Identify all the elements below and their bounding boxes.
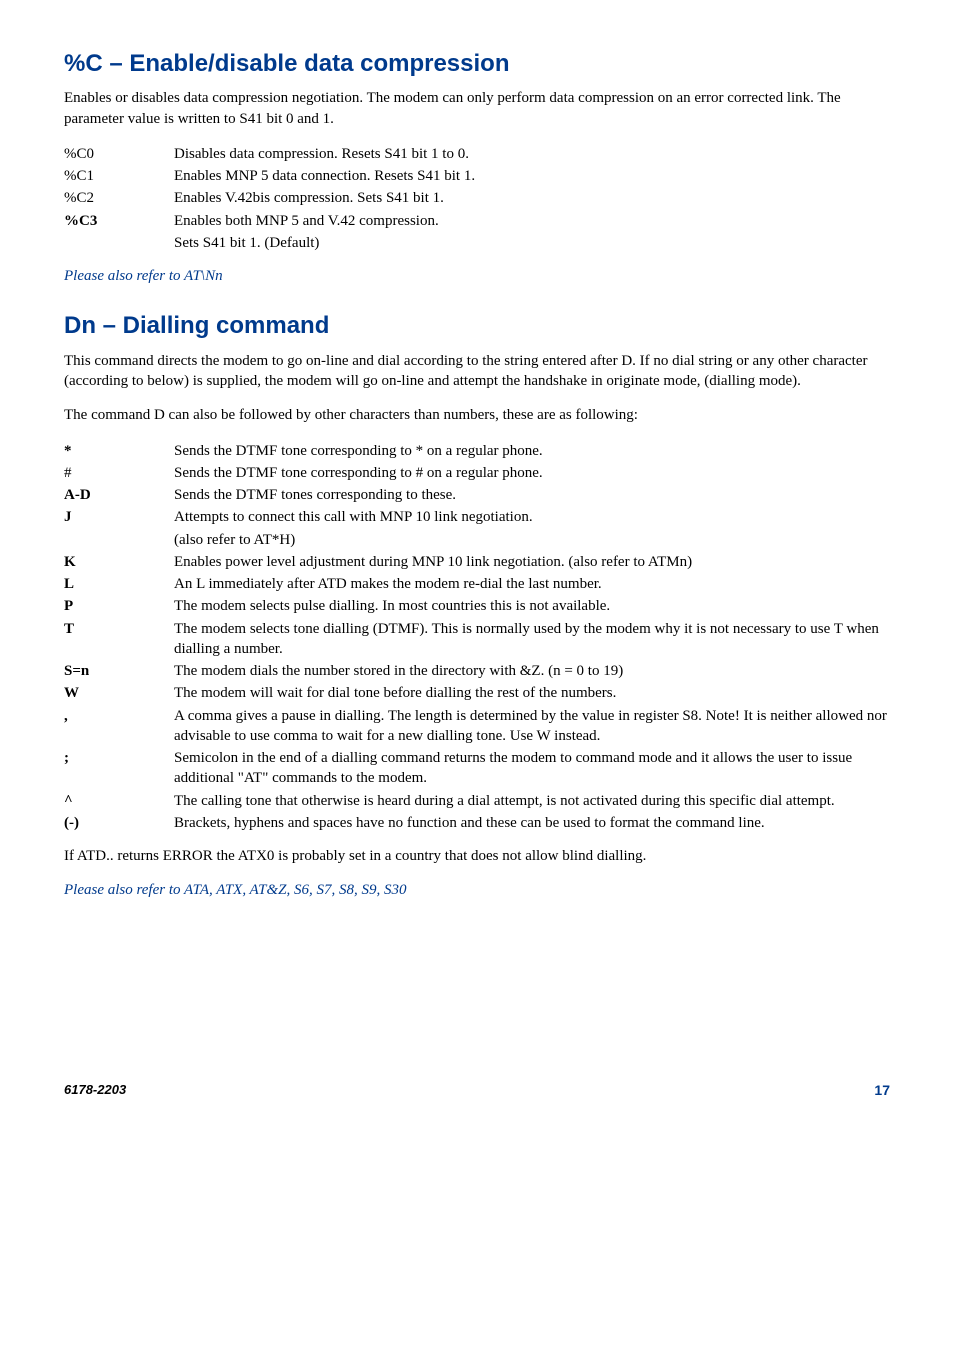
section1-list: %C0Disables data compression. Resets S41… [64, 143, 475, 254]
list2-row: TThe modem selects tone dialling (DTMF).… [64, 618, 890, 661]
list2-row: #Sends the DTMF tone corresponding to # … [64, 462, 890, 484]
list2-term: T [64, 618, 174, 661]
list2-desc: Sends the DTMF tone corresponding to # o… [174, 462, 890, 484]
list2-desc: Attempts to connect this call with MNP 1… [174, 506, 890, 528]
list2-desc: A comma gives a pause in dialling. The l… [174, 705, 890, 748]
list1-desc: Enables both MNP 5 and V.42 compression. [174, 210, 475, 232]
section2-intro2: The command D can also be followed by ot… [64, 405, 890, 425]
list2-row: ,A comma gives a pause in dialling. The … [64, 705, 890, 748]
list1-row: %C1Enables MNP 5 data connection. Resets… [64, 165, 475, 187]
list2-row: *Sends the DTMF tone corresponding to * … [64, 440, 890, 462]
list1-term: %C2 [64, 187, 174, 209]
section2-see-also: Please also refer to ATA, ATX, AT&Z, S6,… [64, 880, 890, 900]
list1-term: %C1 [64, 165, 174, 187]
list2-row: WThe modem will wait for dial tone befor… [64, 682, 890, 704]
list2-row: LAn L immediately after ATD makes the mo… [64, 573, 890, 595]
list2-term: * [64, 440, 174, 462]
list2-term: ^ [64, 790, 174, 812]
list1-row: Sets S41 bit 1. (Default) [64, 232, 475, 254]
list2-desc: An L immediately after ATD makes the mod… [174, 573, 890, 595]
doc-number: 6178-2203 [64, 1081, 126, 1100]
list2-row: JAttempts to connect this call with MNP … [64, 506, 890, 528]
list2-desc: Sends the DTMF tone corresponding to * o… [174, 440, 890, 462]
list2-term: J [64, 506, 174, 528]
list1-row: %C2Enables V.42bis compression. Sets S41… [64, 187, 475, 209]
list1-term: %C0 [64, 143, 174, 165]
list2-row: A-DSends the DTMF tones corresponding to… [64, 484, 890, 506]
list2-desc: Enables power level adjustment during MN… [174, 551, 890, 573]
section2-post: If ATD.. returns ERROR the ATX0 is proba… [64, 846, 890, 866]
list2-term: , [64, 705, 174, 748]
list2-term: K [64, 551, 174, 573]
list2-desc: The modem dials the number stored in the… [174, 660, 890, 682]
list2-desc: The calling tone that otherwise is heard… [174, 790, 890, 812]
list2-term: S=n [64, 660, 174, 682]
list1-desc: Disables data compression. Resets S41 bi… [174, 143, 475, 165]
list1-desc: Enables MNP 5 data connection. Resets S4… [174, 165, 475, 187]
list2-desc: Brackets, hyphens and spaces have no fun… [174, 812, 890, 834]
list2-row: ^The calling tone that otherwise is hear… [64, 790, 890, 812]
list2-term: (-) [64, 812, 174, 834]
list1-desc: Sets S41 bit 1. (Default) [174, 232, 475, 254]
list2-desc: (also refer to AT*H) [174, 529, 890, 551]
list2-desc: The modem selects tone dialling (DTMF). … [174, 618, 890, 661]
list2-row: S=nThe modem dials the number stored in … [64, 660, 890, 682]
section1-see-also: Please also refer to AT\Nn [64, 266, 890, 286]
list2-term [64, 529, 174, 551]
list1-term [64, 232, 174, 254]
list2-row: KEnables power level adjustment during M… [64, 551, 890, 573]
list2-desc: The modem will wait for dial tone before… [174, 682, 890, 704]
list2-row: (also refer to AT*H) [64, 529, 890, 551]
section1-heading: %C – Enable/disable data compression [64, 48, 890, 80]
section2-intro1: This command directs the modem to go on-… [64, 351, 890, 392]
section2-list: *Sends the DTMF tone corresponding to * … [64, 440, 890, 835]
list1-row: %C0Disables data compression. Resets S41… [64, 143, 475, 165]
list2-term: W [64, 682, 174, 704]
list2-desc: Semicolon in the end of a dialling comma… [174, 747, 890, 790]
section1-intro: Enables or disables data compression neg… [64, 88, 890, 129]
page-number: 17 [874, 1081, 890, 1100]
list2-term: A-D [64, 484, 174, 506]
list2-desc: The modem selects pulse dialling. In mos… [174, 595, 890, 617]
list1-term: %C3 [64, 210, 174, 232]
list2-term: ; [64, 747, 174, 790]
list2-term: P [64, 595, 174, 617]
list1-row: %C3Enables both MNP 5 and V.42 compressi… [64, 210, 475, 232]
list2-term: # [64, 462, 174, 484]
list2-row: ;Semicolon in the end of a dialling comm… [64, 747, 890, 790]
page-footer: 6178-2203 17 [64, 1081, 890, 1100]
list1-desc: Enables V.42bis compression. Sets S41 bi… [174, 187, 475, 209]
section2-heading: Dn – Dialling command [64, 310, 890, 342]
list2-row: PThe modem selects pulse dialling. In mo… [64, 595, 890, 617]
list2-desc: Sends the DTMF tones corresponding to th… [174, 484, 890, 506]
list2-row: (-)Brackets, hyphens and spaces have no … [64, 812, 890, 834]
list2-term: L [64, 573, 174, 595]
